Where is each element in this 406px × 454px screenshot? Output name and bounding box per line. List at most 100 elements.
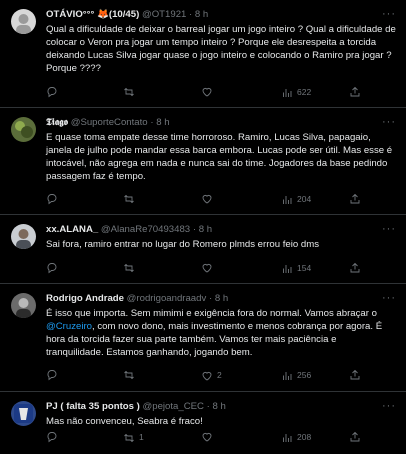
view-count: 256 — [297, 370, 312, 380]
author-name[interactable]: xx.ALANA_ — [46, 224, 98, 235]
views-button[interactable]: 208 — [281, 431, 311, 444]
separator: · — [192, 224, 197, 235]
tweet-text: Mas não convenceu, Seabra é fraco! — [46, 416, 203, 427]
reply-button[interactable] — [46, 431, 62, 443]
view-count: 208 — [297, 432, 312, 442]
author-name[interactable]: OTÁVIO°°° 🦊(10/45) — [46, 9, 139, 20]
views-icon — [283, 433, 292, 442]
views-icon — [283, 88, 292, 97]
retweet-icon — [124, 87, 134, 97]
views-button[interactable]: 204 — [281, 193, 311, 206]
views-icon — [283, 371, 292, 380]
heart-icon — [202, 432, 212, 442]
tweet-text: É isso que importa. Sem mimimi e exigênc… — [46, 307, 396, 359]
tweet-text: Sai fora, ramiro entrar no lugar do Rome… — [46, 239, 320, 250]
tweet-text: E quase toma empate desse time horroroso… — [46, 132, 393, 182]
author-handle[interactable]: @pejota_CEC — [143, 401, 204, 412]
views-button[interactable]: 622 — [281, 86, 311, 99]
author-handle[interactable]: @OT1921 — [142, 9, 186, 20]
reply-button[interactable] — [46, 369, 62, 381]
tweet[interactable]: Rodrigo Andrade @rodrigoandraadv · 8 h É… — [0, 284, 406, 392]
share-icon — [350, 86, 360, 97]
tweet-text: Qual a dificuldade de deixar o barreal j… — [46, 24, 396, 74]
like-count: 2 — [217, 370, 222, 380]
views-button[interactable]: 256 — [281, 369, 311, 382]
author-name[interactable]: PJ ( falta 35 pontos ) — [46, 401, 140, 412]
author-handle[interactable]: @rodrigoandraadv — [127, 293, 207, 304]
retweet-count: 1 — [139, 432, 144, 442]
timestamp[interactable]: 8 h — [195, 9, 208, 20]
separator: · — [206, 401, 210, 412]
more-options-icon[interactable]: ··· — [382, 292, 396, 305]
more-options-icon[interactable]: ··· — [382, 223, 396, 236]
views-icon — [283, 264, 292, 273]
retweet-button[interactable] — [123, 86, 139, 98]
tweet[interactable]: 𝕿𝖎𝖆𝖌𝖔 @SuporteContato · 8 h E quase toma… — [0, 108, 406, 215]
more-options-icon[interactable]: ··· — [382, 400, 396, 413]
mention-link[interactable]: @Cruzeiro — [46, 321, 92, 332]
share-icon — [350, 431, 360, 442]
reply-icon — [47, 432, 57, 443]
like-button[interactable] — [201, 86, 217, 98]
retweet-icon — [124, 194, 134, 204]
reply-button[interactable] — [46, 86, 62, 98]
like-button[interactable] — [201, 193, 217, 205]
share-button[interactable] — [349, 369, 361, 381]
separator: · — [150, 117, 154, 128]
heart-icon — [202, 194, 212, 204]
retweet-button[interactable] — [123, 369, 139, 381]
author-name[interactable]: Rodrigo Andrade — [46, 293, 124, 304]
tweet[interactable]: xx.ALANA_ @AlanaRe70493483 · 8 h Sai for… — [0, 215, 406, 284]
tweet-text-part: , com novo dono, mais investimento e men… — [46, 321, 383, 358]
reply-button[interactable] — [46, 193, 62, 205]
tweet-text-part: É isso que importa. Sem mimimi e exigênc… — [46, 308, 377, 319]
like-button[interactable]: 2 — [201, 369, 222, 382]
timestamp[interactable]: 8 h — [215, 293, 228, 304]
view-count: 622 — [297, 87, 312, 97]
share-button[interactable] — [349, 431, 361, 443]
author-handle[interactable]: @AlanaRe70493483 — [101, 224, 190, 235]
share-icon — [350, 262, 360, 273]
share-button[interactable] — [349, 86, 361, 98]
retweet-button[interactable] — [123, 262, 139, 274]
heart-icon — [202, 87, 212, 97]
timestamp[interactable]: 8 h — [199, 224, 212, 235]
avatar[interactable] — [11, 224, 36, 249]
retweet-icon — [124, 370, 134, 380]
share-button[interactable] — [349, 262, 361, 274]
author-name[interactable]: 𝕿𝖎𝖆𝖌𝖔 — [46, 117, 68, 128]
share-icon — [350, 369, 360, 380]
more-options-icon[interactable]: ··· — [382, 116, 396, 129]
share-icon — [350, 193, 360, 204]
like-button[interactable] — [201, 431, 217, 443]
heart-icon — [202, 371, 212, 381]
heart-icon — [202, 263, 212, 273]
avatar[interactable] — [11, 401, 36, 426]
avatar[interactable] — [11, 117, 36, 142]
view-count: 154 — [297, 263, 312, 273]
avatar[interactable] — [11, 293, 36, 318]
reply-icon — [47, 194, 57, 205]
timestamp[interactable]: 8 h — [213, 401, 226, 412]
reply-icon — [47, 263, 57, 274]
like-button[interactable] — [201, 262, 217, 274]
retweet-icon — [124, 433, 134, 442]
reply-icon — [47, 87, 57, 98]
separator: · — [208, 293, 213, 304]
views-button[interactable]: 154 — [281, 262, 311, 275]
tweet[interactable]: PJ ( falta 35 pontos ) @pejota_CEC · 8 h… — [0, 392, 406, 454]
views-icon — [283, 195, 292, 204]
tweet[interactable]: OTÁVIO°°° 🦊(10/45) @OT1921 · 8 h Qual a … — [0, 0, 406, 108]
view-count: 204 — [297, 194, 312, 204]
timestamp[interactable]: 8 h — [156, 117, 169, 128]
separator: · — [189, 9, 193, 20]
reply-button[interactable] — [46, 262, 62, 274]
author-handle[interactable]: @SuporteContato — [71, 117, 148, 128]
retweet-button[interactable]: 1 — [123, 431, 144, 444]
retweet-icon — [124, 263, 134, 273]
reply-icon — [47, 370, 57, 381]
share-button[interactable] — [349, 193, 361, 205]
more-options-icon[interactable]: ··· — [382, 8, 396, 21]
retweet-button[interactable] — [123, 193, 139, 205]
avatar[interactable] — [11, 9, 36, 34]
